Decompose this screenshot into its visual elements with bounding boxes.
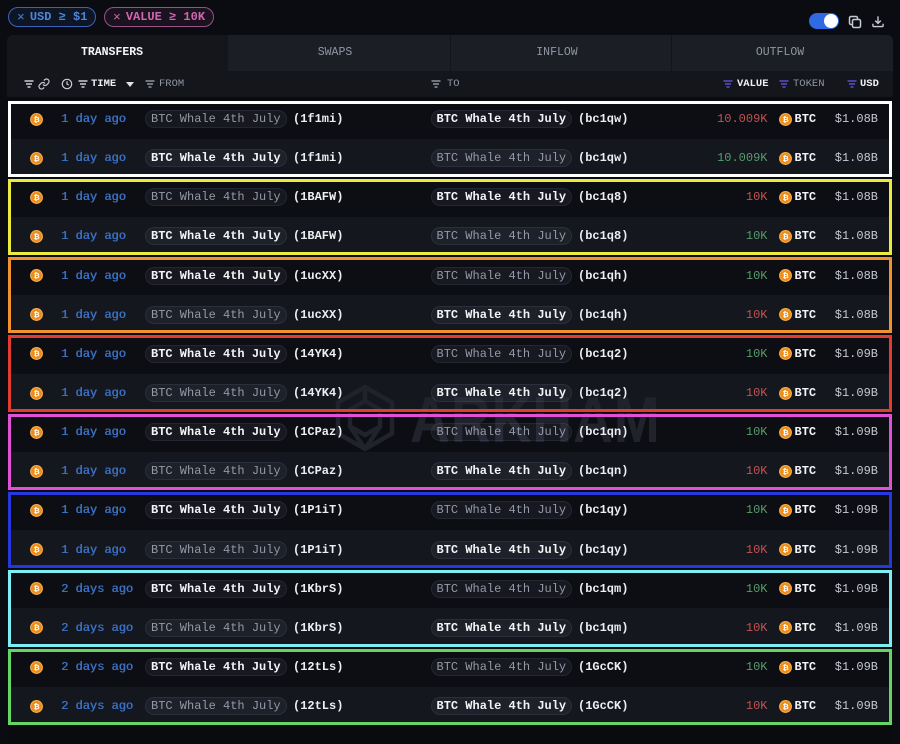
svg-text:₿: ₿ xyxy=(33,193,39,202)
svg-text:₿: ₿ xyxy=(33,506,39,515)
svg-text:₿: ₿ xyxy=(33,232,39,241)
svg-text:₿: ₿ xyxy=(782,428,788,437)
svg-text:₿: ₿ xyxy=(782,154,788,163)
svg-text:₿: ₿ xyxy=(782,389,788,398)
svg-text:₿: ₿ xyxy=(782,506,788,515)
svg-text:₿: ₿ xyxy=(782,467,788,476)
svg-text:₿: ₿ xyxy=(782,349,788,358)
svg-text:₿: ₿ xyxy=(782,584,788,593)
svg-text:₿: ₿ xyxy=(782,232,788,241)
svg-text:₿: ₿ xyxy=(33,624,39,633)
svg-text:₿: ₿ xyxy=(33,584,39,593)
svg-text:₿: ₿ xyxy=(33,271,39,280)
svg-text:₿: ₿ xyxy=(33,545,39,554)
svg-text:₿: ₿ xyxy=(33,115,39,124)
svg-text:₿: ₿ xyxy=(782,624,788,633)
svg-text:₿: ₿ xyxy=(33,428,39,437)
svg-text:₿: ₿ xyxy=(782,115,788,124)
svg-text:₿: ₿ xyxy=(33,349,39,358)
svg-text:₿: ₿ xyxy=(782,702,788,711)
svg-text:₿: ₿ xyxy=(782,193,788,202)
svg-text:₿: ₿ xyxy=(33,663,39,672)
svg-text:₿: ₿ xyxy=(33,467,39,476)
svg-text:₿: ₿ xyxy=(33,389,39,398)
svg-text:₿: ₿ xyxy=(33,702,39,711)
svg-text:₿: ₿ xyxy=(782,310,788,319)
svg-text:₿: ₿ xyxy=(782,271,788,280)
svg-text:₿: ₿ xyxy=(33,154,39,163)
svg-text:₿: ₿ xyxy=(782,663,788,672)
svg-text:₿: ₿ xyxy=(33,310,39,319)
svg-text:₿: ₿ xyxy=(782,545,788,554)
